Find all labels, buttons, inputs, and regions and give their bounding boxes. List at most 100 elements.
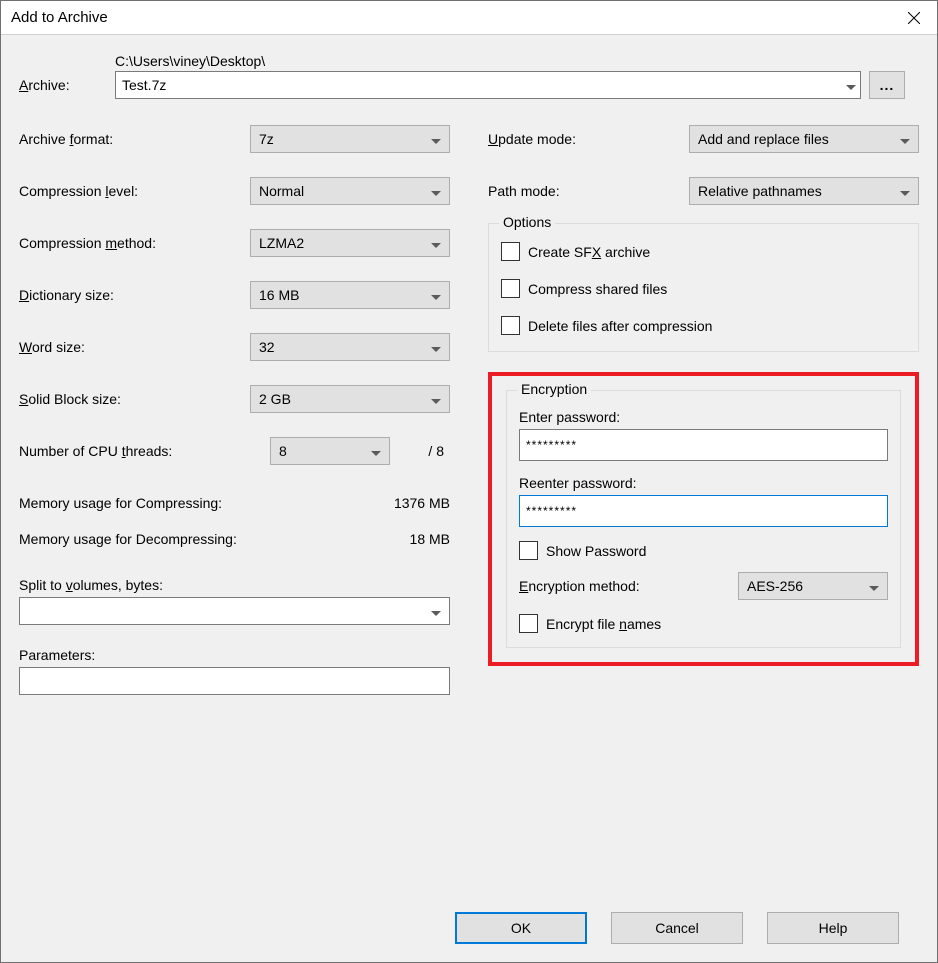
fieldset-encryption: Encryption Enter password: ********* Ree… xyxy=(506,390,901,648)
row-word: Word size: 32 xyxy=(19,333,450,361)
format-select[interactable]: 7z xyxy=(250,125,450,153)
checkbox-delete[interactable] xyxy=(501,316,520,335)
method-label: Compression method: xyxy=(19,235,156,251)
window-title: Add to Archive xyxy=(11,9,108,26)
dialog-content: Archive: C:\Users\viney\Desktop\ Test.7z… xyxy=(1,35,937,962)
row-format: Archive format: 7z xyxy=(19,125,450,153)
encryption-highlight: Encryption Enter password: ********* Ree… xyxy=(488,372,919,666)
archive-filename-combo[interactable]: Test.7z xyxy=(115,71,861,99)
format-label: Archive format: xyxy=(19,131,113,147)
fieldset-options: Options Create SFX archive Compress shar… xyxy=(488,223,919,352)
path-mode-value: Relative pathnames xyxy=(698,183,822,199)
level-select[interactable]: Normal xyxy=(250,177,450,205)
chevron-down-icon xyxy=(900,183,910,199)
close-icon xyxy=(908,12,920,24)
chevron-down-icon xyxy=(431,183,441,199)
path-mode-select[interactable]: Relative pathnames xyxy=(689,177,919,205)
level-value: Normal xyxy=(259,183,304,199)
archive-filename-value: Test.7z xyxy=(122,77,166,93)
threads-total: / 8 xyxy=(390,443,450,459)
threads-value: 8 xyxy=(279,443,287,459)
block-label: Solid Block size: xyxy=(19,391,121,407)
word-select[interactable]: 32 xyxy=(250,333,450,361)
archive-path: C:\Users\viney\Desktop\ xyxy=(115,53,861,69)
dictionary-label: Dictionary size: xyxy=(19,287,114,303)
encrypt-names-label: Encrypt file names xyxy=(546,616,661,632)
titlebar: Add to Archive xyxy=(1,1,937,35)
row-split: Split to volumes, bytes: xyxy=(19,577,450,625)
close-button[interactable] xyxy=(891,1,937,34)
sfx-label: Create SFX archive xyxy=(528,244,650,260)
dictionary-select[interactable]: 16 MB xyxy=(250,281,450,309)
enc-method-select[interactable]: AES-256 xyxy=(738,572,888,600)
parameters-label: Parameters: xyxy=(19,647,450,663)
chevron-down-icon xyxy=(869,578,879,594)
chevron-down-icon xyxy=(431,603,441,619)
chevron-down-icon xyxy=(431,339,441,355)
browse-button[interactable]: ... xyxy=(869,71,905,99)
reenter-password-input[interactable]: ********* xyxy=(519,495,888,527)
block-select[interactable]: 2 GB xyxy=(250,385,450,413)
row-enter-password: Enter password: ********* xyxy=(519,409,888,461)
columns: Archive format: 7z Compression level: No… xyxy=(19,125,919,912)
parameters-input[interactable] xyxy=(19,667,450,695)
reenter-password-value: ********* xyxy=(526,504,577,518)
method-value: LZMA2 xyxy=(259,235,304,251)
mem-compress-value: 1376 MB xyxy=(394,495,450,511)
row-dictionary: Dictionary size: 16 MB xyxy=(19,281,450,309)
enc-method-value: AES-256 xyxy=(747,578,803,594)
help-button[interactable]: Help xyxy=(767,912,899,944)
checkbox-shared[interactable] xyxy=(501,279,520,298)
ok-button[interactable]: OK xyxy=(455,912,587,944)
archive-label: Archive: xyxy=(19,77,107,99)
update-mode-select[interactable]: Add and replace files xyxy=(689,125,919,153)
reenter-password-label: Reenter password: xyxy=(519,475,888,491)
mem-decompress-value: 18 MB xyxy=(410,531,450,547)
mem-compress-label: Memory usage for Compressing: xyxy=(19,495,222,511)
row-sfx[interactable]: Create SFX archive xyxy=(501,242,906,261)
row-block: Solid Block size: 2 GB xyxy=(19,385,450,413)
row-encrypt-names[interactable]: Encrypt file names xyxy=(519,614,888,633)
method-select[interactable]: LZMA2 xyxy=(250,229,450,257)
delete-label: Delete files after compression xyxy=(528,318,712,334)
options-legend: Options xyxy=(499,214,555,230)
threads-select[interactable]: 8 xyxy=(270,437,390,465)
word-value: 32 xyxy=(259,339,275,355)
right-column: Update mode: Add and replace files Path … xyxy=(488,125,919,912)
checkbox-encrypt-names[interactable] xyxy=(519,614,538,633)
chevron-down-icon xyxy=(431,235,441,251)
archive-row: Archive: C:\Users\viney\Desktop\ Test.7z… xyxy=(19,53,919,99)
checkbox-sfx[interactable] xyxy=(501,242,520,261)
enter-password-value: ********* xyxy=(526,438,577,452)
row-shared[interactable]: Compress shared files xyxy=(501,279,906,298)
chevron-down-icon xyxy=(846,77,856,93)
button-row: OK Cancel Help xyxy=(19,912,919,962)
dialog-window: Add to Archive Archive: C:\Users\viney\D… xyxy=(0,0,938,963)
row-path-mode: Path mode: Relative pathnames xyxy=(488,177,919,205)
threads-label: Number of CPU threads: xyxy=(19,443,270,459)
row-delete[interactable]: Delete files after compression xyxy=(501,316,906,335)
row-mem-decompress: Memory usage for Decompressing: 18 MB xyxy=(19,531,450,547)
chevron-down-icon xyxy=(900,131,910,147)
chevron-down-icon xyxy=(431,287,441,303)
update-mode-value: Add and replace files xyxy=(698,131,829,147)
enter-password-input[interactable]: ********* xyxy=(519,429,888,461)
row-method: Compression method: LZMA2 xyxy=(19,229,450,257)
chevron-down-icon xyxy=(371,443,381,459)
row-enc-method: Encryption method: AES-256 xyxy=(519,572,888,600)
path-mode-label: Path mode: xyxy=(488,183,560,199)
row-update-mode: Update mode: Add and replace files xyxy=(488,125,919,153)
dictionary-value: 16 MB xyxy=(259,287,299,303)
split-label: Split to volumes, bytes: xyxy=(19,577,450,593)
enter-password-label: Enter password: xyxy=(519,409,888,425)
chevron-down-icon xyxy=(431,391,441,407)
row-show-password[interactable]: Show Password xyxy=(519,541,888,560)
split-combo[interactable] xyxy=(19,597,450,625)
row-reenter-password: Reenter password: ********* xyxy=(519,475,888,527)
left-column: Archive format: 7z Compression level: No… xyxy=(19,125,450,912)
block-value: 2 GB xyxy=(259,391,291,407)
chevron-down-icon xyxy=(431,131,441,147)
checkbox-show-password[interactable] xyxy=(519,541,538,560)
encryption-legend: Encryption xyxy=(517,381,591,397)
cancel-button[interactable]: Cancel xyxy=(611,912,743,944)
